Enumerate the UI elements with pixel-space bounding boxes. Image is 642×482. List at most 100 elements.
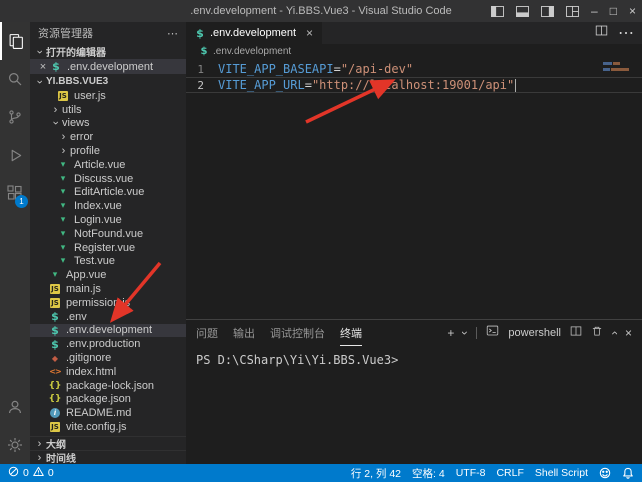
file-tree-item[interactable]: {}package.json (30, 393, 186, 407)
minimap[interactable] (603, 62, 637, 74)
file-tree-item[interactable]: ◆.gitignore (30, 351, 186, 365)
maximize-panel-icon[interactable]: › (608, 331, 620, 335)
project-root-label: YI.BBS.VUE3 (46, 76, 108, 87)
file-tree-item[interactable]: ▾Register.vue (30, 241, 186, 255)
open-editors-header[interactable]: › 打开的编辑器 (30, 44, 186, 59)
file-tree-item[interactable]: ▾App.vue (30, 268, 186, 282)
feedback-smiley-icon[interactable] (599, 467, 611, 479)
folder-tree-item[interactable]: ›views (30, 117, 186, 131)
sidebar-title: 资源管理器 (38, 25, 167, 41)
minimize-button[interactable]: – (591, 4, 598, 18)
tab-problems[interactable]: 问题 (196, 320, 218, 346)
folder-tree-item[interactable]: ›utils (30, 103, 186, 117)
breadcrumb[interactable]: $ .env.development (186, 44, 642, 59)
settings-gear-icon[interactable] (0, 426, 30, 464)
editor-more-actions-icon[interactable]: ⋯ (618, 23, 634, 43)
file-tree-item[interactable]: ▾Test.vue (30, 255, 186, 269)
outline-label: 大纲 (46, 436, 66, 451)
file-tree-item[interactable]: JSuser.js (30, 89, 186, 103)
vue-icon: ▾ (57, 256, 69, 266)
outline-section-header[interactable]: › 大纲 (30, 436, 186, 450)
maximize-button[interactable]: □ (610, 4, 617, 18)
problems-status[interactable]: 0 0 (8, 466, 54, 480)
toggle-secondary-sidebar-icon[interactable] (541, 6, 554, 17)
chevron-right-icon: › (57, 145, 70, 157)
file-tree-item[interactable]: ▾Discuss.vue (30, 172, 186, 186)
file-tree-item[interactable]: ▾Article.vue (30, 158, 186, 172)
split-editor-icon[interactable] (595, 24, 608, 42)
editor-tab-bar: $ .env.development × ⋯ (186, 22, 642, 44)
file-tree-item[interactable]: $.env (30, 310, 186, 324)
folder-tree-item[interactable]: ›error (30, 130, 186, 144)
file-tree-item-env-development[interactable]: $ .env.development (30, 324, 186, 338)
tab-terminal[interactable]: 终端 (340, 320, 362, 346)
toggle-sidebar-icon[interactable] (491, 6, 504, 17)
folder-name: views (62, 117, 90, 129)
kill-terminal-icon[interactable] (591, 324, 603, 342)
file-tree-item[interactable]: ▾EditArticle.vue (30, 186, 186, 200)
code-line: 1 VITE_APP_BASEAPI="/api-dev" (186, 61, 642, 77)
env-file-icon: $ (49, 324, 61, 337)
file-tree-item[interactable]: $.env.production (30, 337, 186, 351)
file-tree-item[interactable]: ▾Index.vue (30, 199, 186, 213)
close-window-button[interactable]: × (629, 4, 636, 18)
timeline-section-header[interactable]: › 时间线 (30, 450, 186, 464)
terminal-output[interactable]: PS D:\CSharp\Yi\Yi.BBS.Vue3> (186, 346, 642, 464)
file-name: NotFound.vue (74, 228, 143, 240)
vue-icon: ▾ (49, 270, 61, 280)
operator: = (334, 62, 341, 76)
tab-env-development[interactable]: $ .env.development × (186, 22, 322, 44)
language-mode[interactable]: Shell Script (535, 467, 588, 479)
source-control-icon[interactable] (0, 98, 30, 136)
close-editor-icon[interactable]: × (36, 61, 50, 73)
vue-icon: ▾ (57, 215, 69, 225)
open-editor-item-env-development[interactable]: × $ .env.development (30, 59, 186, 74)
file-name: Article.vue (74, 159, 125, 171)
encoding-status[interactable]: UTF-8 (456, 467, 486, 479)
file-tree-item[interactable]: ▾Login.vue (30, 213, 186, 227)
tab-output[interactable]: 输出 (233, 320, 255, 346)
file-name: .env.development (66, 324, 152, 336)
terminal-shell-icon (486, 324, 499, 342)
file-tree-item[interactable]: ▾NotFound.vue (30, 227, 186, 241)
account-icon[interactable] (0, 388, 30, 426)
env-file-icon: $ (49, 338, 61, 351)
close-panel-icon[interactable]: × (625, 327, 632, 339)
split-terminal-icon[interactable] (570, 324, 582, 342)
errors-icon (8, 466, 19, 480)
file-tree-item[interactable]: {}package-lock.json (30, 379, 186, 393)
new-terminal-icon[interactable]: + (447, 327, 454, 339)
customize-layout-icon[interactable] (566, 6, 579, 17)
activity-bar: 1 (0, 22, 30, 464)
indentation-status[interactable]: 空格: 4 (412, 466, 445, 481)
notifications-bell-icon[interactable] (622, 467, 634, 479)
toggle-panel-icon[interactable] (516, 6, 529, 17)
extensions-icon[interactable]: 1 (0, 174, 30, 212)
file-name: package.json (66, 393, 131, 405)
project-root-header[interactable]: › YI.BBS.VUE3 (30, 74, 186, 89)
file-name: Register.vue (74, 242, 135, 254)
file-tree-item[interactable]: <>index.html (30, 365, 186, 379)
cursor-position[interactable]: 行 2, 列 42 (351, 466, 401, 481)
search-icon[interactable] (0, 60, 30, 98)
file-tree-item[interactable]: JSmain.js (30, 282, 186, 296)
chevron-right-icon: › (33, 438, 46, 450)
more-actions-icon[interactable]: ⋯ (167, 27, 178, 40)
folder-tree-item[interactable]: ›profile (30, 144, 186, 158)
file-tree-item[interactable]: JSpermission.js (30, 296, 186, 310)
folder-name: profile (70, 145, 100, 157)
explorer-icon[interactable] (0, 22, 30, 60)
code-editor[interactable]: 1 VITE_APP_BASEAPI="/api-dev" 2 VITE_APP… (186, 59, 642, 319)
run-debug-icon[interactable] (0, 136, 30, 174)
eol-status[interactable]: CRLF (496, 467, 523, 479)
string-value: "/api-dev" (341, 62, 413, 76)
env-file-icon: $ (195, 27, 205, 40)
shell-name[interactable]: powershell (508, 327, 561, 339)
terminal-dropdown-icon[interactable]: › (459, 331, 471, 335)
file-tree-item[interactable]: iREADME.md (30, 406, 186, 420)
open-editor-file-name: .env.development (67, 61, 153, 73)
file-tree-item[interactable]: JSvite.config.js (30, 420, 186, 434)
breadcrumb-file-name: .env.development (213, 46, 291, 57)
tab-debug-console[interactable]: 调试控制台 (270, 320, 325, 346)
close-tab-icon[interactable]: × (306, 26, 313, 40)
